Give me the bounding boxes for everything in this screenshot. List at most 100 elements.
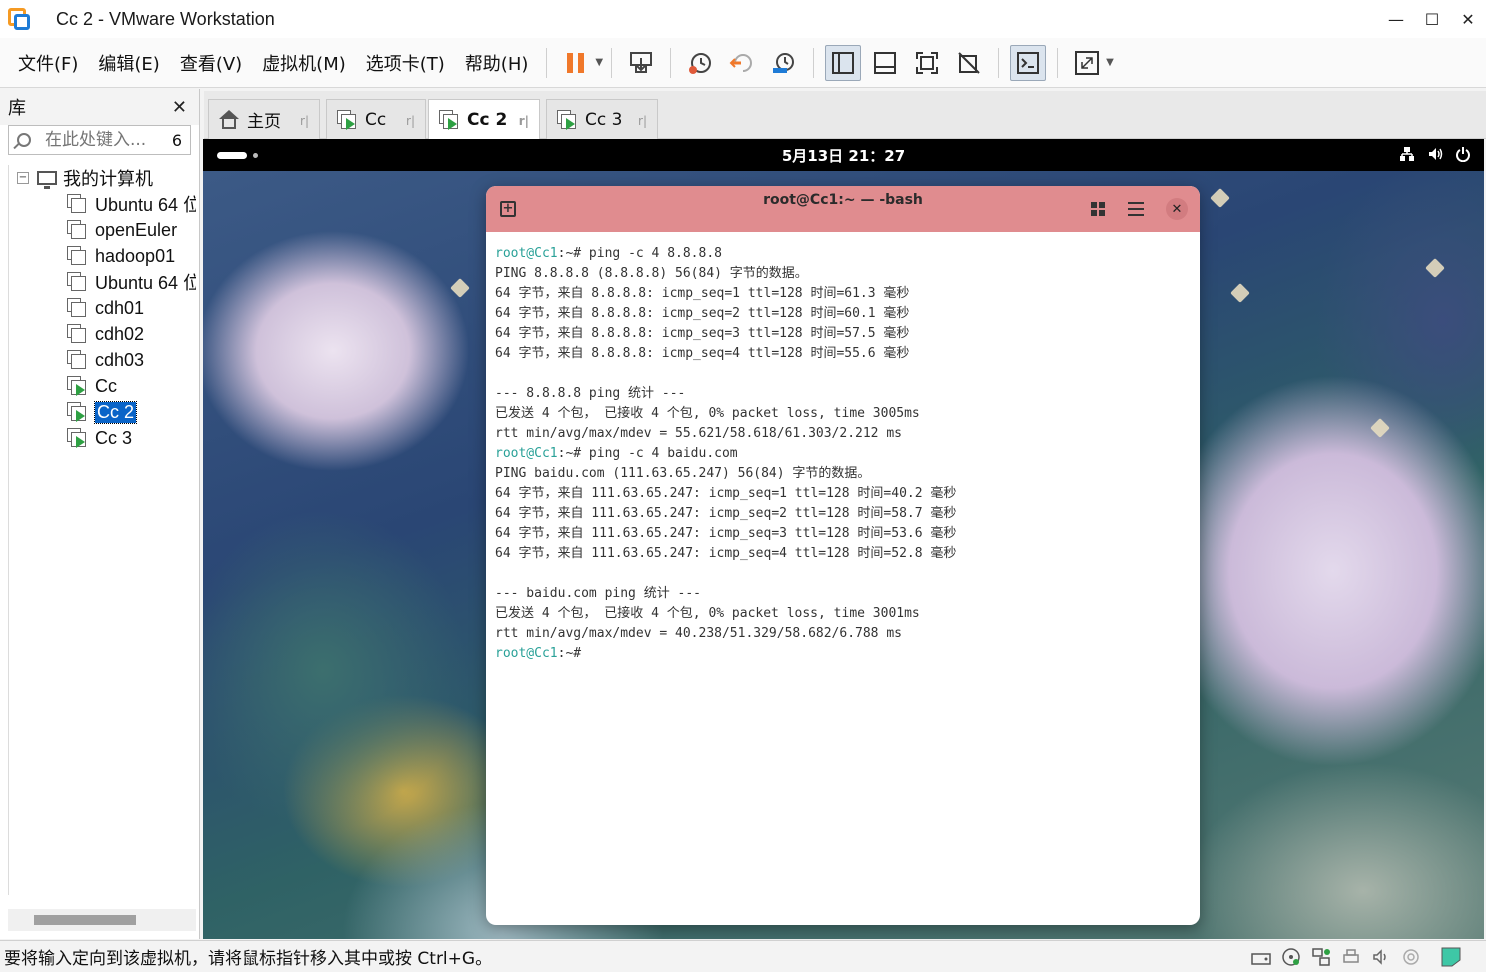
- maximize-button[interactable]: ☐: [1414, 0, 1450, 38]
- tree-item[interactable]: Cc 3: [9, 425, 196, 451]
- tab-cc3[interactable]: Cc 3 r|: [546, 99, 658, 139]
- tree-item[interactable]: Ubuntu 64 位: [9, 269, 196, 295]
- tab-close-icon[interactable]: r|: [300, 114, 309, 128]
- pause-button[interactable]: [558, 45, 594, 81]
- minimize-button[interactable]: —: [1378, 0, 1414, 38]
- show-library-button[interactable]: [825, 44, 862, 81]
- message-log-icon[interactable]: [1440, 946, 1462, 968]
- hamburger-menu-icon[interactable]: [1128, 202, 1144, 216]
- snapshot-button[interactable]: [682, 45, 718, 81]
- menu-file[interactable]: 文件(F): [8, 50, 88, 76]
- scrollbar-thumb[interactable]: [34, 915, 136, 925]
- tab-label: Cc 2: [467, 109, 508, 130]
- terminal-line: root@Cc1:~# ping -c 4 baidu.com: [495, 444, 1200, 464]
- terminal-line: 64 字节，来自 111.63.65.247: icmp_seq=3 ttl=1…: [495, 526, 957, 541]
- collapse-icon[interactable]: −: [17, 172, 29, 184]
- tab-overview-icon[interactable]: [1091, 202, 1105, 216]
- tab-cc2[interactable]: Cc 2 r|: [428, 99, 540, 139]
- vmware-window: Cc 2 - VMware Workstation — ☐ ✕ 文件(F) 编辑…: [0, 0, 1486, 972]
- library-layout-icon: [832, 51, 855, 74]
- usb-device-icon[interactable]: [1400, 946, 1422, 968]
- search-dropdown-count[interactable]: 6: [172, 131, 182, 150]
- thumbnail-bar-button[interactable]: [867, 45, 903, 81]
- close-icon[interactable]: ✕: [1166, 198, 1188, 220]
- vm-icon: [67, 272, 87, 292]
- snapshot-manager-button[interactable]: [766, 45, 802, 81]
- tree-item[interactable]: cdh01: [9, 295, 196, 321]
- tab-close-icon[interactable]: r|: [519, 114, 529, 128]
- tree-item[interactable]: cdh03: [9, 347, 196, 373]
- terminal-line: 64 字节，来自 111.63.65.247: icmp_seq=2 ttl=1…: [495, 506, 957, 521]
- tree-item-label: Ubuntu 64 位: [95, 273, 196, 293]
- send-ctrl-alt-del-button[interactable]: [623, 45, 659, 81]
- revert-snapshot-button[interactable]: [724, 45, 760, 81]
- menu-help[interactable]: 帮助(H): [455, 50, 539, 76]
- snapshot-icon: [689, 52, 712, 74]
- send-keys-icon: [630, 51, 653, 73]
- unity-button[interactable]: [951, 45, 987, 81]
- console-icon: [1017, 51, 1040, 74]
- vm-running-icon: [337, 109, 357, 130]
- tree-root-my-computer[interactable]: − 我的计算机: [9, 165, 196, 191]
- star-decoration: [1210, 188, 1230, 208]
- star-decoration: [450, 278, 470, 298]
- menu-tabs[interactable]: 选项卡(T): [356, 50, 455, 76]
- sound-card-icon[interactable]: [1370, 946, 1392, 968]
- tree-item-selected[interactable]: Cc 2: [9, 399, 196, 425]
- tab-close-icon[interactable]: r|: [638, 114, 647, 128]
- device-icons: [1250, 946, 1462, 968]
- terminal-window[interactable]: + root@Cc1:~ — -bash ✕ root@Cc1:~# ping …: [486, 186, 1200, 925]
- title-bar: Cc 2 - VMware Workstation — ☐ ✕: [0, 0, 1486, 38]
- status-text: 要将输入定向到该虚拟机，请将鼠标指针移入其中或按 Ctrl+G。: [4, 949, 493, 969]
- terminal-line: --- 8.8.8.8 ping 统计 ---: [495, 386, 686, 401]
- tree-item-label: cdh03: [95, 349, 145, 370]
- stretch-dropdown-icon[interactable]: ▼: [1106, 57, 1114, 68]
- tab-home[interactable]: 主页 r|: [208, 99, 320, 139]
- shell-prompt: root@Cc1: [495, 246, 558, 261]
- network-adapter-icon[interactable]: [1310, 946, 1332, 968]
- terminal-header: + root@Cc1:~ — -bash ✕: [486, 186, 1200, 232]
- network-icon: [1398, 145, 1416, 163]
- command-text: :~#: [557, 646, 582, 661]
- terminal-line: 64 字节，来自 8.8.8.8: icmp_seq=1 ttl=128 时间=…: [495, 286, 910, 301]
- full-screen-icon: [916, 51, 939, 74]
- toolbar-separator: [670, 47, 672, 78]
- menu-vm[interactable]: 虚拟机(M): [252, 50, 356, 76]
- tree-item-label: Ubuntu 64 位: [95, 195, 196, 215]
- tab-cc[interactable]: Cc r|: [326, 99, 426, 139]
- hard-disk-icon[interactable]: [1250, 946, 1272, 968]
- tree-item-label: Cc: [95, 375, 117, 396]
- tree-item[interactable]: Cc: [9, 373, 196, 399]
- terminal-output[interactable]: root@Cc1:~# ping -c 4 8.8.8.8 PING 8.8.8.…: [486, 232, 1200, 664]
- menu-view[interactable]: 查看(V): [170, 50, 252, 76]
- vm-icon: [67, 246, 87, 266]
- console-view-button[interactable]: [1010, 44, 1047, 81]
- library-header: 库 ✕: [0, 89, 199, 125]
- menu-edit[interactable]: 编辑(E): [88, 50, 169, 76]
- star-decoration: [1370, 418, 1390, 438]
- full-screen-button[interactable]: [909, 45, 945, 81]
- pause-dropdown-icon[interactable]: ▼: [595, 57, 603, 68]
- terminal-line: 64 字节，来自 8.8.8.8: icmp_seq=2 ttl=128 时间=…: [495, 306, 910, 321]
- vm-running-icon: [67, 402, 87, 422]
- printer-icon[interactable]: [1340, 946, 1362, 968]
- library-search-input[interactable]: [45, 130, 155, 150]
- terminal-line: 已发送 4 个包， 已接收 4 个包, 0% packet loss, time…: [495, 606, 920, 621]
- tree-item[interactable]: openEuler: [9, 217, 196, 243]
- library-horizontal-scrollbar[interactable]: [8, 909, 196, 931]
- tree-item[interactable]: cdh02: [9, 321, 196, 347]
- clock[interactable]: 5月13日 21：27: [782, 145, 905, 166]
- tree-item-label: Cc 3: [95, 427, 133, 448]
- library-close-icon[interactable]: ✕: [172, 97, 187, 118]
- cd-dvd-icon[interactable]: [1280, 946, 1302, 968]
- vm-icon: [67, 220, 87, 240]
- tree-item[interactable]: hadoop01: [9, 243, 196, 269]
- stretch-guest-button[interactable]: [1069, 45, 1105, 81]
- tab-close-icon[interactable]: r|: [406, 114, 415, 128]
- activities-button[interactable]: [217, 152, 258, 159]
- library-search: 6: [8, 125, 191, 155]
- close-window-button[interactable]: ✕: [1450, 0, 1486, 38]
- system-tray[interactable]: [1398, 145, 1472, 163]
- tree-item[interactable]: Ubuntu 64 位: [9, 191, 196, 217]
